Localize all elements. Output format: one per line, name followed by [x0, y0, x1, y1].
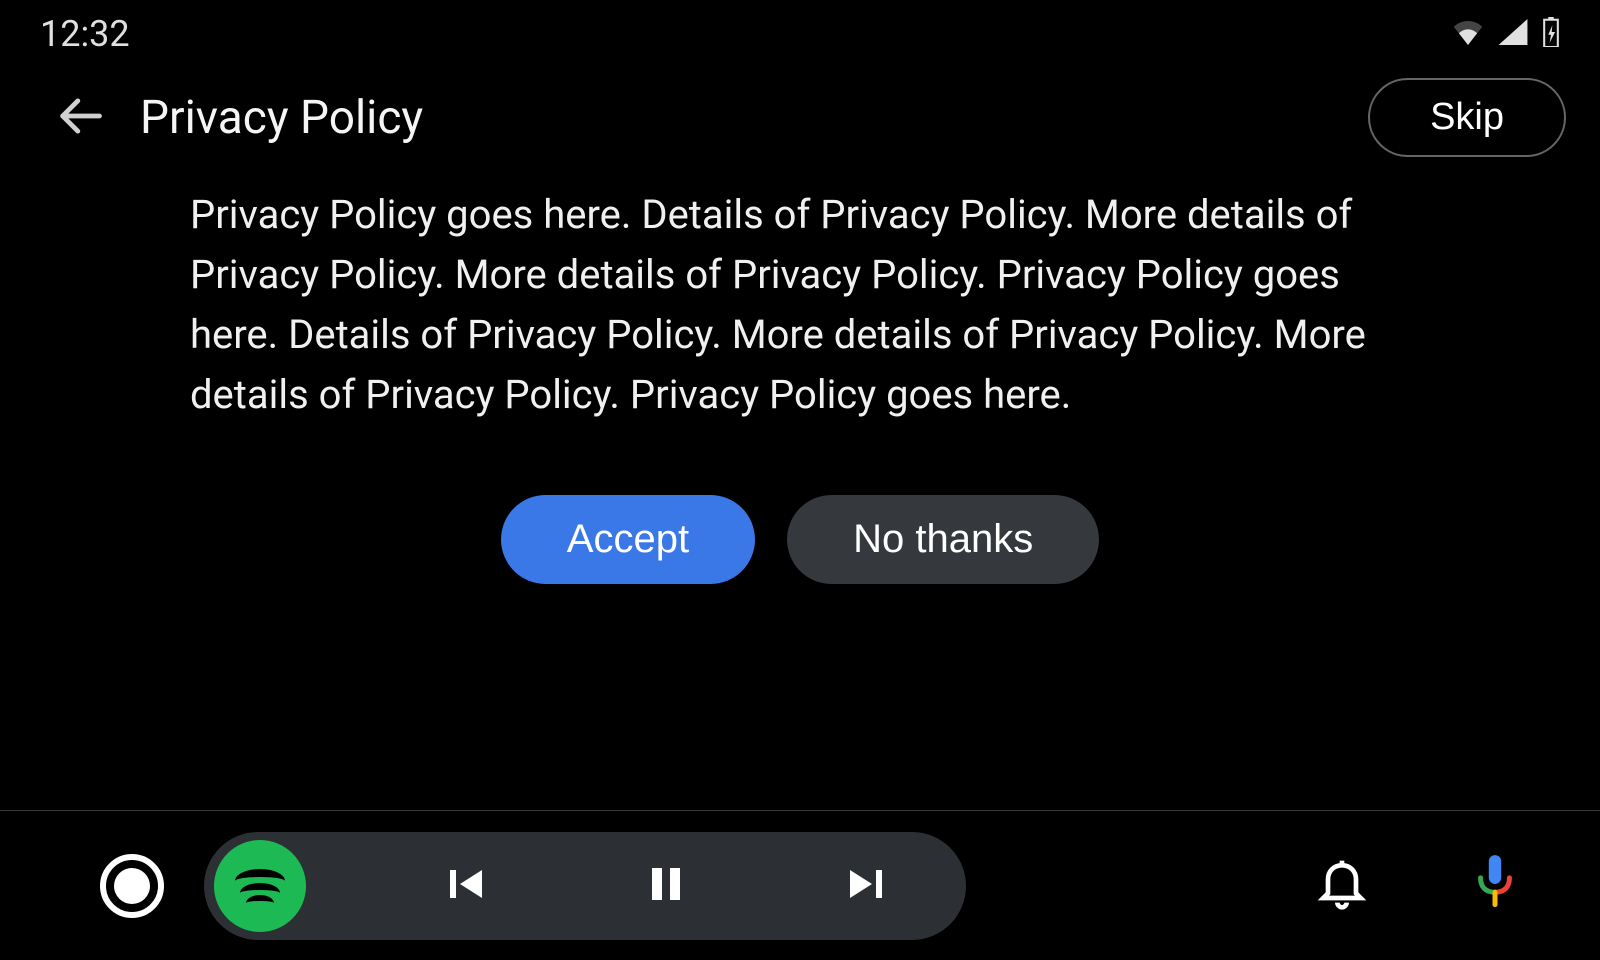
header: Privacy Policy Skip	[0, 60, 1600, 175]
microphone-icon	[1470, 900, 1520, 919]
status-icons	[1452, 17, 1560, 51]
bottom-nav	[0, 810, 1600, 960]
circle-dot-icon	[114, 868, 150, 904]
policy-text: Privacy Policy goes here. Details of Pri…	[190, 185, 1410, 425]
spotify-button[interactable]	[214, 840, 306, 932]
arrow-left-icon	[54, 90, 106, 146]
nav-right	[1314, 853, 1520, 919]
status-time: 12:32	[40, 13, 130, 55]
pause-icon	[642, 860, 690, 912]
page-title: Privacy Policy	[140, 91, 1368, 145]
skip-previous-icon	[442, 860, 490, 912]
media-control-pill	[204, 832, 966, 940]
status-bar: 12:32	[0, 0, 1600, 60]
content-area: Privacy Policy goes here. Details of Pri…	[0, 175, 1600, 584]
nav-left	[100, 854, 164, 918]
decline-button[interactable]: No thanks	[787, 495, 1099, 584]
cellular-icon	[1498, 19, 1528, 49]
spotify-icon	[235, 869, 285, 903]
bell-icon	[1314, 897, 1370, 916]
skip-next-icon	[842, 860, 890, 912]
back-button[interactable]	[50, 88, 110, 148]
notifications-button[interactable]	[1314, 856, 1370, 916]
app-launcher-button[interactable]	[100, 854, 164, 918]
battery-icon	[1542, 17, 1560, 51]
action-row: Accept No thanks	[190, 495, 1410, 584]
accept-button[interactable]: Accept	[501, 495, 755, 584]
previous-track-button[interactable]	[426, 846, 506, 926]
voice-assistant-button[interactable]	[1470, 853, 1520, 919]
skip-button[interactable]: Skip	[1368, 78, 1566, 157]
play-pause-button[interactable]	[626, 846, 706, 926]
next-track-button[interactable]	[826, 846, 906, 926]
wifi-icon	[1452, 19, 1484, 49]
